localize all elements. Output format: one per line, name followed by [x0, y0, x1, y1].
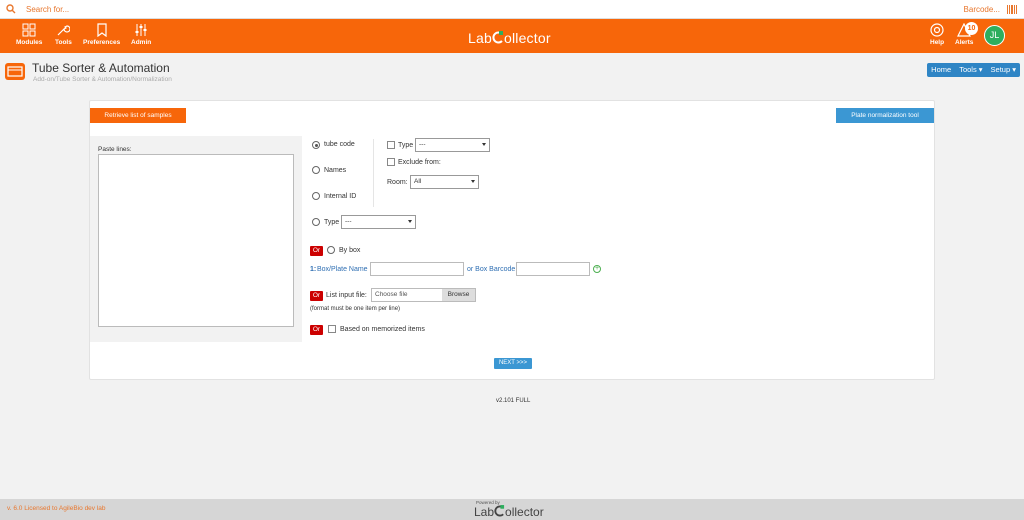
nav-help-button[interactable]: Help — [930, 23, 944, 46]
nav-admin-button[interactable]: Admin — [131, 23, 151, 46]
paste-lines-textarea[interactable] — [98, 154, 294, 327]
chevron-down-icon — [482, 143, 486, 146]
box-plate-name-input[interactable] — [370, 262, 464, 276]
memorized-items-checkbox[interactable] — [328, 325, 336, 333]
radio-tube-code-label: tube code — [324, 141, 355, 148]
footer-logo: Lab ollector — [474, 505, 544, 519]
radio-tube-code[interactable] — [312, 141, 320, 149]
type-select[interactable]: --- — [341, 215, 416, 229]
radio-by-box-label: By box — [339, 247, 361, 254]
nav-tools-button[interactable]: Tools — [55, 23, 72, 46]
tube-sorter-icon — [5, 63, 25, 80]
file-format-note: (format must be one item per line) — [310, 306, 401, 312]
type-filter-label: Type — [398, 142, 414, 149]
footer-logo-text-ollector: ollector — [505, 505, 544, 519]
barcode-search-link[interactable]: Barcode... — [964, 5, 1000, 14]
nav-alerts-label: Alerts — [955, 39, 974, 46]
nav-preferences-label: Preferences — [83, 39, 121, 46]
paste-lines-pane: Paste lines: — [90, 136, 302, 342]
type-select-value: --- — [345, 218, 352, 225]
browse-button[interactable]: Browse — [442, 289, 475, 301]
nav-modules-button[interactable]: Modules — [16, 23, 42, 46]
alerts-count-badge: 10 — [965, 22, 978, 35]
modules-icon — [22, 23, 36, 37]
type-filter-select-value: --- — [419, 141, 426, 148]
box-barcode-label: or Box Barcode — [467, 266, 516, 273]
nav-tools-label: Tools — [55, 39, 72, 46]
nav-help-label: Help — [930, 39, 945, 46]
radio-names[interactable] — [312, 166, 320, 174]
global-search-bar: Barcode... — [0, 0, 1024, 19]
chevron-down-icon — [471, 180, 475, 183]
help-lifebuoy-icon — [930, 23, 944, 37]
search-input[interactable] — [26, 3, 326, 16]
bookmark-icon — [97, 23, 107, 37]
page-title: Tube Sorter & Automation — [32, 61, 170, 75]
type-filter-checkbox[interactable] — [387, 141, 395, 149]
radio-internal-id[interactable] — [312, 192, 320, 200]
or-badge: Or — [310, 291, 323, 301]
box-index-label: 1: — [310, 266, 317, 273]
nav-admin-label: Admin — [131, 39, 152, 46]
user-avatar[interactable]: JL — [984, 25, 1005, 46]
exclude-from-checkbox[interactable] — [387, 158, 395, 166]
main-panel: Retrieve list of samples Plate normaliza… — [89, 100, 935, 380]
sliders-icon — [135, 24, 147, 36]
radio-internal-id-label: Internal ID — [324, 193, 357, 200]
home-button[interactable]: Home — [927, 63, 955, 77]
file-input[interactable]: Choose file Browse — [371, 288, 476, 302]
tools-menu-button[interactable]: Tools ▾ — [955, 63, 986, 77]
top-navigation-bar: Modules Tools Preferences Admin Lab ollec… — [0, 19, 1024, 53]
retrieve-list-button[interactable]: Retrieve list of samples — [90, 108, 186, 123]
nav-modules-label: Modules — [16, 39, 43, 46]
next-button[interactable]: NEXT >>> — [494, 358, 532, 369]
logo-text-ollector: ollector — [503, 30, 551, 46]
exclude-from-label: Exclude from: — [398, 159, 441, 166]
radio-names-label: Names — [324, 167, 347, 174]
page-nav-group: Home Tools ▾ Setup ▾ — [927, 63, 1020, 77]
room-label: Room: — [387, 179, 408, 186]
version-label: v2.101 FULL — [496, 398, 531, 404]
or-badge: Or — [310, 246, 323, 256]
plate-normalization-button[interactable]: Plate normalization tool — [836, 108, 934, 123]
wrench-icon — [57, 25, 71, 36]
file-input-placeholder: Choose file — [375, 291, 408, 298]
or-badge: Or — [310, 325, 323, 335]
type-filter-select[interactable]: --- — [415, 138, 490, 152]
radio-type[interactable] — [312, 218, 320, 226]
page-header: Tube Sorter & Automation Add-on/Tube Sor… — [0, 53, 1024, 93]
room-select-value: All — [414, 178, 422, 185]
logo-text-lab: Lab — [468, 30, 492, 46]
footer: v. 6.0 Licensed to AgileBio dev lab Powe… — [0, 499, 1024, 520]
search-icon[interactable] — [6, 4, 16, 14]
list-input-file-label: List input file: — [326, 292, 367, 299]
chevron-down-icon — [408, 220, 412, 223]
radio-by-box[interactable] — [327, 246, 335, 254]
nav-preferences-button[interactable]: Preferences — [83, 23, 120, 46]
license-text: v. 6.0 Licensed to AgileBio dev lab — [7, 505, 106, 512]
setup-menu-button[interactable]: Setup ▾ — [987, 63, 1020, 77]
footer-logo-text-lab: Lab — [474, 505, 495, 519]
logo-c-icon — [492, 31, 503, 44]
add-box-icon[interactable]: + — [593, 265, 601, 273]
radio-type-label: Type — [324, 219, 340, 226]
breadcrumb: Add-on/Tube Sorter & Automation/Normaliz… — [33, 76, 172, 83]
options-divider — [373, 139, 374, 207]
room-select[interactable]: All — [410, 175, 479, 189]
footer-logo-c-icon — [494, 505, 505, 517]
memorized-items-label: Based on memorized items — [340, 326, 425, 333]
labcollector-logo: Lab ollector — [468, 30, 551, 46]
box-barcode-input[interactable] — [516, 262, 590, 276]
paste-lines-label: Paste lines: — [98, 146, 132, 153]
barcode-icon[interactable] — [1007, 5, 1017, 14]
box-plate-name-label: Box/Plate Name — [317, 266, 368, 273]
